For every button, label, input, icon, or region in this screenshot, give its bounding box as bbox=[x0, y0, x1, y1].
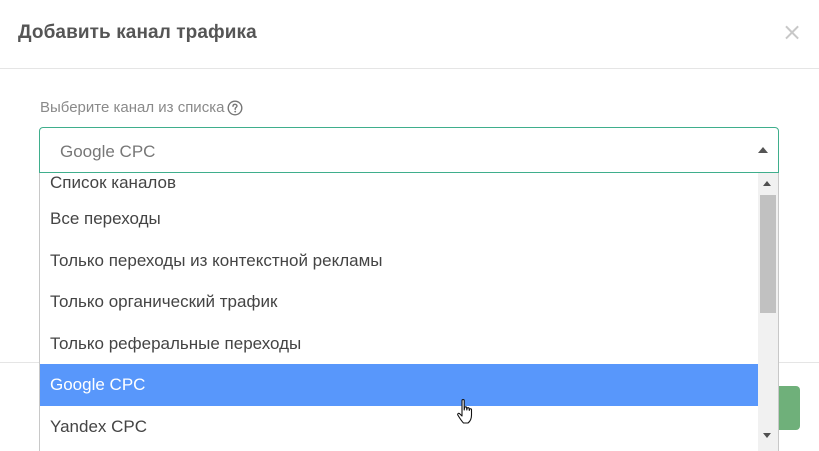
add-traffic-channel-modal: Добавить канал трафика × Выберите канал … bbox=[0, 0, 819, 451]
modal-header: Добавить канал трафика × bbox=[0, 0, 819, 69]
option-yandex-cpc[interactable]: Yandex CPC bbox=[40, 406, 758, 448]
channel-select[interactable]: Google CPC bbox=[39, 127, 779, 173]
option-all-visits[interactable]: Все переходы bbox=[40, 198, 758, 240]
close-icon[interactable]: × bbox=[780, 18, 804, 46]
question-circle-icon[interactable] bbox=[227, 99, 243, 116]
scroll-up-icon[interactable] bbox=[763, 181, 771, 186]
option-contextual-ads[interactable]: Только переходы из контекстной рекламы bbox=[40, 240, 758, 282]
channel-field-label-text: Выберите канал из списка bbox=[40, 99, 225, 116]
channel-field-label: Выберите канал из списка bbox=[40, 99, 243, 116]
channel-select-value: Google CPC bbox=[60, 142, 156, 161]
option-referral-visits[interactable]: Только реферальные переходы bbox=[40, 323, 758, 365]
modal-title: Добавить канал трафика bbox=[18, 22, 257, 43]
scrollbar-thumb[interactable] bbox=[760, 195, 776, 313]
option-channel-list[interactable]: Список каналов bbox=[40, 173, 758, 198]
option-list: Список каналов Все переходы Только перех… bbox=[40, 173, 758, 447]
dropdown-scrollbar[interactable] bbox=[758, 173, 778, 451]
channel-dropdown-list: Список каналов Все переходы Только перех… bbox=[39, 173, 779, 451]
option-google-cpc[interactable]: Google CPC bbox=[40, 364, 758, 406]
caret-up-icon bbox=[758, 147, 768, 153]
option-organic-traffic[interactable]: Только органический трафик bbox=[40, 281, 758, 323]
scroll-down-icon[interactable] bbox=[763, 433, 771, 438]
